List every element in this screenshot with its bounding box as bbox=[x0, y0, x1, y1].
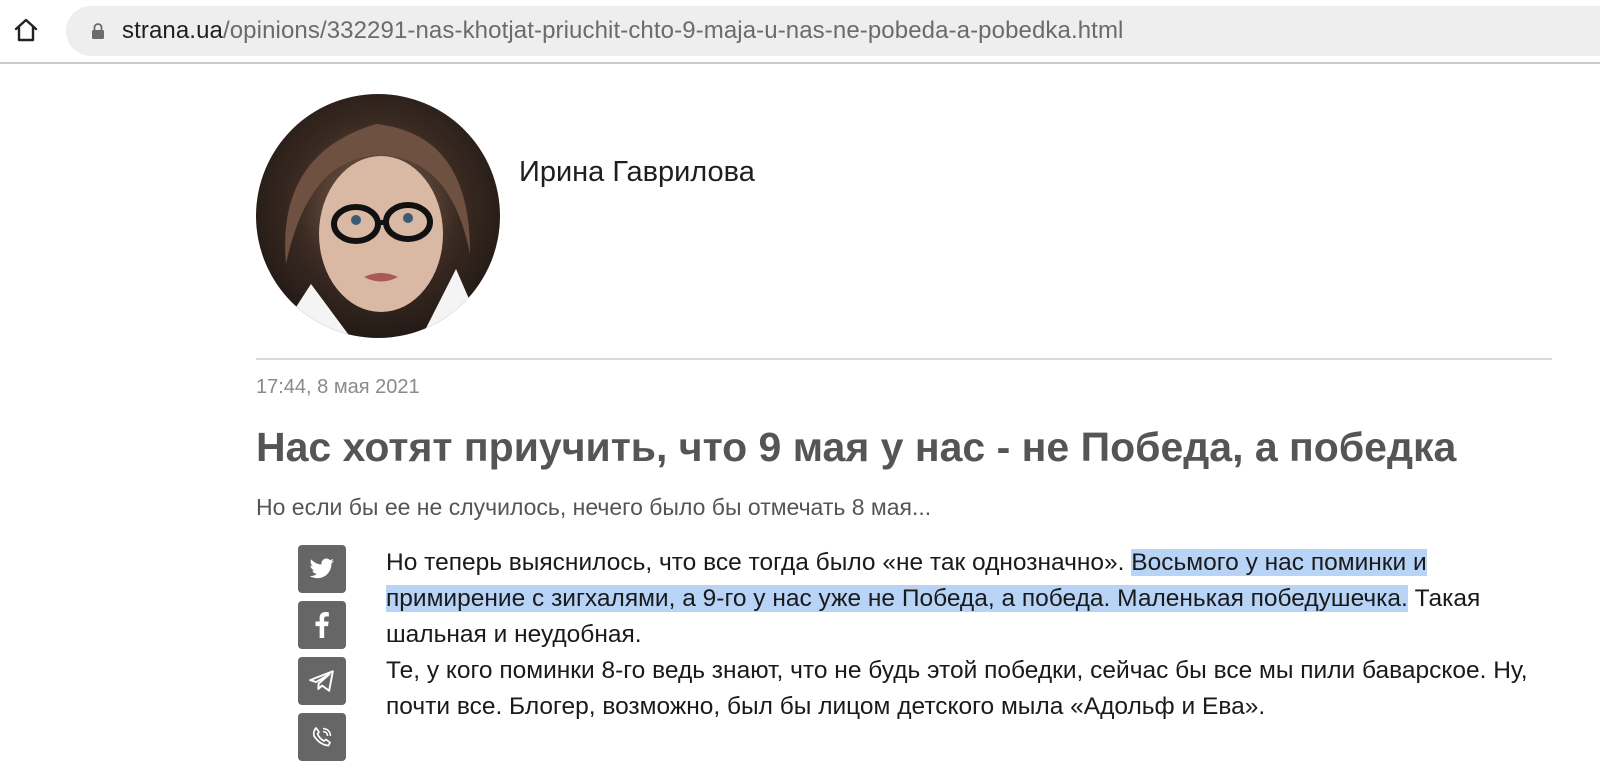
article-body: Но теперь выяснилось, что все тогда было… bbox=[386, 545, 1566, 725]
author-avatar[interactable] bbox=[256, 94, 500, 338]
share-facebook-button[interactable] bbox=[298, 601, 346, 649]
twitter-icon bbox=[309, 558, 334, 579]
url-text: strana.ua/opinions/332291-nas-khotjat-pr… bbox=[122, 17, 1123, 45]
home-button[interactable] bbox=[10, 14, 42, 46]
publish-timestamp: 17:44, 8 мая 2021 bbox=[256, 376, 420, 398]
article-paragraph: Те, у кого поминки 8-го ведь знают, что … bbox=[386, 657, 1528, 720]
divider bbox=[256, 358, 1552, 360]
share-viber-button[interactable] bbox=[298, 713, 346, 761]
share-twitter-button[interactable] bbox=[298, 545, 346, 593]
article-lead: Но если бы ее не случилось, нечего было … bbox=[256, 494, 932, 520]
article-title: Нас хотят приучить, что 9 мая у нас - не… bbox=[256, 424, 1457, 470]
avatar-portrait bbox=[276, 124, 486, 338]
home-icon bbox=[14, 18, 38, 42]
author-name[interactable]: Ирина Гаврилова bbox=[519, 156, 755, 189]
url-domain: strana.ua bbox=[122, 17, 223, 44]
share-telegram-button[interactable] bbox=[298, 657, 346, 705]
paragraph-text: Но теперь выяснилось, что все тогда было… bbox=[386, 549, 1132, 576]
article-paragraph: Но теперь выяснилось, что все тогда было… bbox=[386, 545, 1566, 653]
address-bar[interactable]: strana.ua/opinions/332291-nas-khotjat-pr… bbox=[66, 6, 1600, 56]
lock-icon bbox=[90, 21, 106, 41]
viber-icon bbox=[312, 727, 332, 747]
url-path: /opinions/332291-nas-khotjat-priuchit-ch… bbox=[222, 17, 1124, 44]
share-buttons bbox=[298, 545, 346, 769]
browser-toolbar: strana.ua/opinions/332291-nas-khotjat-pr… bbox=[0, 0, 1600, 64]
telegram-icon bbox=[309, 670, 334, 692]
facebook-icon bbox=[315, 612, 329, 638]
